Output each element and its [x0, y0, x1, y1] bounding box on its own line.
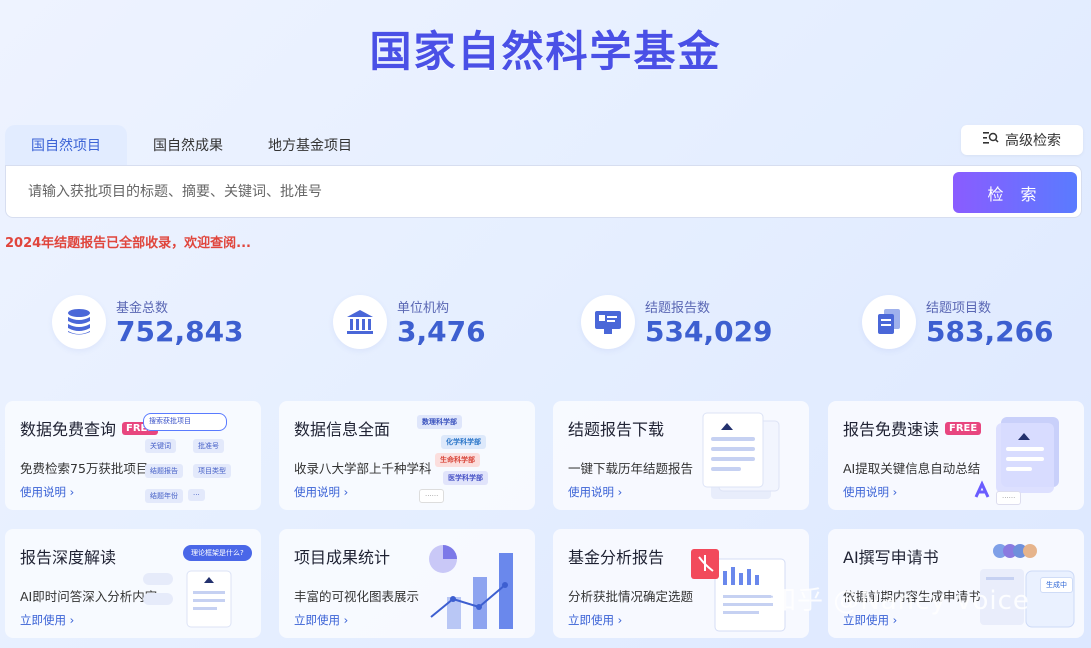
card-deep-interpretation[interactable]: 报告深度解读 AI即时问答深入分析内容 立即使用 › 理论框架是什么?	[5, 529, 261, 638]
document-stack-icon	[691, 409, 801, 504]
card-free-quick-read[interactable]: 报告免费速读 FREE AI提取关键信息自动总结 使用说明 › ······	[828, 401, 1084, 510]
chat-illustration: 理论框架是什么?	[143, 537, 253, 632]
stat-value: 752,843	[116, 314, 244, 348]
card-title: 结题报告下载	[568, 420, 665, 439]
stat-fund-total: 基金总数 752,843	[52, 295, 244, 349]
stat-final-reports: 结题报告数 534,029	[581, 295, 773, 349]
card-report-download[interactable]: 结题报告下载 一键下载历年结题报告 使用说明 ›	[553, 401, 809, 510]
card-title: 基金分析报告	[568, 548, 665, 567]
search-button[interactable]: 检 索	[953, 172, 1077, 213]
card-comprehensive-data[interactable]: 数据信息全面 收录八大学部上千种学科 使用说明 › 数理科学部 化学科学部 生命…	[279, 401, 535, 510]
card-desc: AI提取关键信息自动总结	[843, 461, 981, 476]
card-desc: 一键下载历年结题报告	[568, 461, 694, 476]
card-link[interactable]: 立即使用 ›	[568, 612, 622, 628]
report-icon	[581, 295, 635, 349]
institution-icon	[333, 295, 387, 349]
stat-label: 单位机构	[397, 300, 450, 316]
card-title: 数据免费查询	[20, 420, 117, 439]
stat-finished-projects: 结题项目数 583,266	[862, 295, 1054, 349]
stat-value: 583,266	[926, 314, 1054, 348]
card-desc: AI即时问答深入分析内容	[20, 589, 158, 604]
search-input[interactable]	[26, 183, 910, 201]
search-feature-illustration: 搜索获批项目 关键词 批准号 结题报告 项目类型 结题年份 ···	[143, 409, 253, 504]
card-link[interactable]: 使用说明 ›	[843, 484, 897, 500]
page-title: 国家自然科学基金	[369, 27, 722, 76]
card-title: 报告深度解读	[20, 548, 117, 567]
stat-label: 基金总数	[116, 300, 169, 316]
card-title: 报告免费速读	[843, 420, 940, 439]
database-icon	[52, 295, 106, 349]
watermark: 知乎 @Nancy voice	[770, 586, 1030, 616]
search-box: 检 索	[5, 165, 1082, 218]
advanced-search-label: 高级检索	[1005, 133, 1061, 149]
card-link[interactable]: 使用说明 ›	[20, 484, 74, 500]
card-link[interactable]: 使用说明 ›	[568, 484, 622, 500]
stat-label: 结题报告数	[645, 300, 711, 316]
card-link[interactable]: 立即使用 ›	[294, 612, 348, 628]
card-free-data-query[interactable]: 数据免费查询 FREE 免费检索75万获批项目 使用说明 › 搜索获批项目 关键词…	[5, 401, 261, 510]
stat-value: 3,476	[397, 314, 486, 348]
stat-institutions: 单位机构 3,476	[333, 295, 486, 349]
stat-value: 534,029	[645, 314, 773, 348]
bar-chart-icon	[417, 537, 527, 632]
stat-label: 结题项目数	[926, 300, 992, 316]
advanced-search-icon	[983, 131, 999, 149]
card-title: 数据信息全面	[294, 420, 391, 439]
card-title: AI撰写申请书	[843, 548, 939, 567]
card-desc: 分析获批情况确定选题	[568, 589, 694, 604]
card-desc: 免费检索75万获批项目	[20, 461, 149, 476]
notice-banner[interactable]: 2024年结题报告已全部收录，欢迎查阅...	[5, 232, 251, 251]
card-desc: 丰富的可视化图表展示	[294, 589, 420, 604]
card-results-statistics[interactable]: 项目成果统计 丰富的可视化图表展示 立即使用 ›	[279, 529, 535, 638]
tab-nsfc-results[interactable]: 国自然成果	[127, 125, 249, 165]
card-desc: 收录八大学部上千种学科	[294, 461, 432, 476]
card-link[interactable]: 使用说明 ›	[294, 484, 348, 500]
documents-icon	[862, 295, 916, 349]
advanced-search-button[interactable]: 高级检索	[961, 125, 1083, 155]
disciplines-illustration: 数理科学部 化学科学部 生命科学部 医学科学部 ······	[417, 409, 527, 504]
card-title: 项目成果统计	[294, 548, 391, 567]
tab-bar: 国自然项目 国自然成果 地方基金项目	[5, 125, 371, 165]
ai-summary-illustration: ······	[966, 409, 1076, 505]
tab-nsfc-projects[interactable]: 国自然项目	[5, 125, 127, 165]
card-link[interactable]: 立即使用 ›	[20, 612, 74, 628]
tab-local-fund-projects[interactable]: 地方基金项目	[249, 125, 371, 165]
